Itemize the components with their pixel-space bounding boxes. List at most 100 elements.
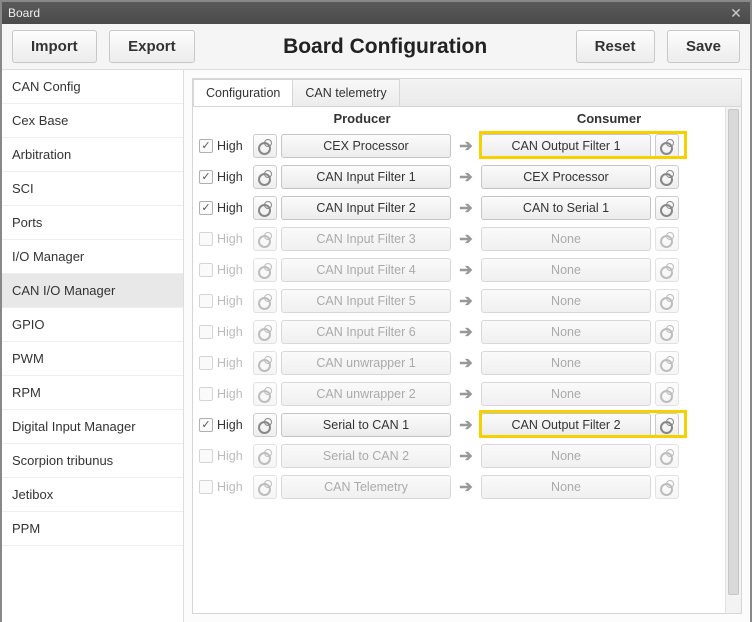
toolbar: Import Export Board Configuration Reset … — [2, 24, 750, 70]
scrollbar-thumb[interactable] — [728, 109, 739, 595]
producer-select[interactable]: CAN Input Filter 3 — [281, 227, 451, 251]
sidebar-item[interactable]: Arbitration — [2, 138, 183, 172]
close-icon[interactable]: ✕ — [728, 5, 744, 21]
producer-select[interactable]: CAN Input Filter 4 — [281, 258, 451, 282]
producer-settings-button — [253, 351, 277, 375]
gear-icon — [258, 201, 272, 215]
gear-icon — [258, 170, 272, 184]
consumer-select[interactable]: None — [481, 320, 651, 344]
sidebar-item[interactable]: GPIO — [2, 308, 183, 342]
sidebar-item[interactable]: Jetibox — [2, 478, 183, 512]
producer-select[interactable]: CEX Processor — [281, 134, 451, 158]
sidebar-item[interactable]: RPM — [2, 376, 183, 410]
consumer-select[interactable]: None — [481, 258, 651, 282]
mapping-row: High CAN Input Filter 6➔None — [193, 316, 741, 347]
producer-settings-button[interactable] — [253, 196, 277, 220]
mapping-row: HighCAN Input Filter 4➔None — [193, 254, 741, 285]
gear-icon — [660, 170, 674, 184]
arrow-right-icon: ➔ — [451, 136, 481, 156]
sidebar-item[interactable]: CAN I/O Manager — [2, 274, 183, 308]
producer-settings-button[interactable] — [253, 165, 277, 189]
sidebar-item[interactable]: PWM — [2, 342, 183, 376]
tab[interactable]: Configuration — [193, 79, 292, 106]
producer-select[interactable]: CAN Input Filter 6 — [281, 320, 451, 344]
consumer-select[interactable]: None — [481, 475, 651, 499]
window-title: Board — [8, 2, 40, 24]
reset-button[interactable]: Reset — [576, 30, 655, 63]
tab[interactable]: CAN telemetry — [292, 79, 399, 106]
page-title: Board Configuration — [203, 35, 568, 59]
consumer-select[interactable]: None — [481, 351, 651, 375]
priority-checkbox[interactable] — [199, 387, 213, 401]
priority-checkbox[interactable]: ✓ — [199, 139, 213, 153]
producer-select[interactable]: CAN Telemetry — [281, 475, 451, 499]
producer-header: Producer — [277, 107, 447, 130]
consumer-select[interactable]: None — [481, 227, 651, 251]
sidebar-item[interactable]: Cex Base — [2, 104, 183, 138]
consumer-settings-button[interactable] — [655, 196, 679, 220]
consumer-settings-button — [655, 289, 679, 313]
save-button[interactable]: Save — [667, 30, 740, 63]
producer-select[interactable]: CAN Input Filter 5 — [281, 289, 451, 313]
consumer-select[interactable]: CEX Processor — [481, 165, 651, 189]
consumer-select[interactable]: None — [481, 382, 651, 406]
sidebar-item[interactable]: I/O Manager — [2, 240, 183, 274]
gear-icon — [660, 356, 674, 370]
consumer-settings-button — [655, 444, 679, 468]
consumer-select[interactable]: None — [481, 444, 651, 468]
sidebar-item[interactable]: Digital Input Manager — [2, 410, 183, 444]
arrow-right-icon: ➔ — [451, 446, 481, 466]
producer-settings-button[interactable] — [253, 413, 277, 437]
consumer-select[interactable]: CAN Output Filter 2 — [481, 413, 651, 437]
priority-label: High — [217, 325, 249, 339]
mapping-row: ✓HighSerial to CAN 1➔CAN Output Filter 2 — [193, 409, 741, 440]
priority-checkbox[interactable] — [199, 232, 213, 246]
gear-icon — [660, 232, 674, 246]
sidebar-item[interactable]: Scorpion tribunus — [2, 444, 183, 478]
priority-checkbox[interactable] — [199, 480, 213, 494]
arrow-right-icon: ➔ — [451, 322, 481, 342]
priority-checkbox[interactable] — [199, 294, 213, 308]
priority-checkbox[interactable]: ✓ — [199, 418, 213, 432]
producer-select[interactable]: Serial to CAN 1 — [281, 413, 451, 437]
scrollbar[interactable] — [725, 107, 741, 613]
consumer-select[interactable]: CAN to Serial 1 — [481, 196, 651, 220]
consumer-settings-button[interactable] — [655, 165, 679, 189]
producer-settings-button — [253, 475, 277, 499]
priority-checkbox[interactable] — [199, 263, 213, 277]
consumer-settings-button[interactable] — [655, 413, 679, 437]
sidebar-item[interactable]: SCI — [2, 172, 183, 206]
gear-icon — [258, 449, 272, 463]
sidebar-item[interactable]: Ports — [2, 206, 183, 240]
priority-checkbox[interactable]: ✓ — [199, 170, 213, 184]
priority-checkbox[interactable] — [199, 356, 213, 370]
producer-select[interactable]: Serial to CAN 2 — [281, 444, 451, 468]
consumer-select[interactable]: CAN Output Filter 1 — [481, 134, 651, 158]
config-panel: Producer Consumer ✓HighCEX Processor➔CAN… — [192, 106, 742, 614]
consumer-settings-button — [655, 475, 679, 499]
gear-icon — [258, 356, 272, 370]
producer-settings-button — [253, 289, 277, 313]
import-button[interactable]: Import — [12, 30, 97, 63]
priority-checkbox[interactable]: ✓ — [199, 201, 213, 215]
mapping-row: HighCAN unwrapper 1➔None — [193, 347, 741, 378]
export-button[interactable]: Export — [109, 30, 195, 63]
sidebar-item[interactable]: CAN Config — [2, 70, 183, 104]
producer-settings-button — [253, 444, 277, 468]
producer-select[interactable]: CAN Input Filter 1 — [281, 165, 451, 189]
priority-label: High — [217, 232, 249, 246]
gear-icon — [258, 232, 272, 246]
priority-checkbox[interactable] — [199, 449, 213, 463]
producer-select[interactable]: CAN Input Filter 2 — [281, 196, 451, 220]
consumer-settings-button — [655, 382, 679, 406]
consumer-select[interactable]: None — [481, 289, 651, 313]
consumer-settings-button — [655, 258, 679, 282]
producer-select[interactable]: CAN unwrapper 2 — [281, 382, 451, 406]
sidebar-item[interactable]: PPM — [2, 512, 183, 546]
priority-label: High — [217, 449, 249, 463]
producer-settings-button[interactable] — [253, 134, 277, 158]
consumer-settings-button[interactable] — [655, 134, 679, 158]
producer-settings-button — [253, 258, 277, 282]
producer-select[interactable]: CAN unwrapper 1 — [281, 351, 451, 375]
priority-checkbox[interactable] — [199, 325, 213, 339]
